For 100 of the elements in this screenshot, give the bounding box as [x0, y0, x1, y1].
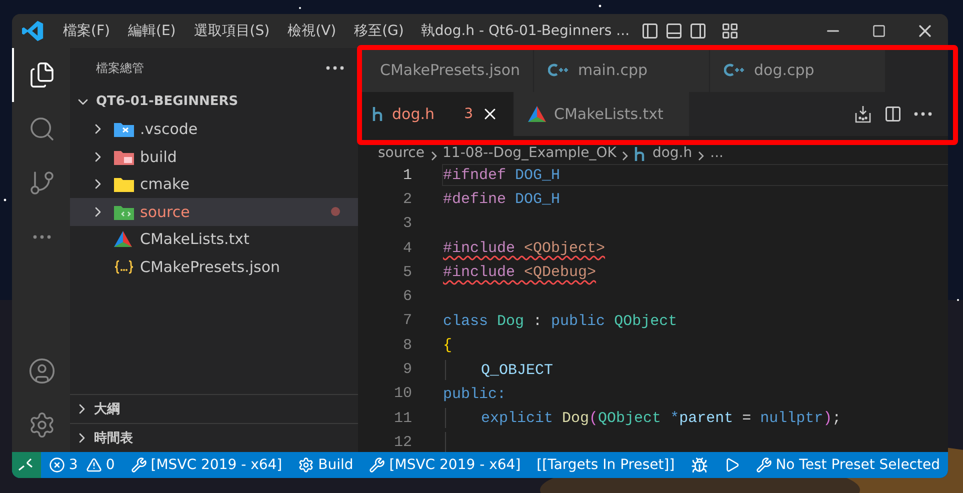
- files-icon: [28, 61, 56, 89]
- folder-icon: [114, 204, 134, 220]
- tree-item-label: CMakeLists.txt: [140, 230, 250, 248]
- line-number: 11: [392, 410, 413, 427]
- code-line: #include <QDebug>: [442, 263, 598, 284]
- window-title: 執dog.h - Qt6-01-Beginners ...: [420, 22, 631, 40]
- editor-tab[interactable]: CMakeLists.txt: [514, 92, 690, 136]
- tree-item[interactable]: CMakeLists.txt: [70, 226, 358, 253]
- tools-icon: [130, 457, 147, 473]
- gear-icon: [298, 457, 314, 473]
- cpp-icon: [724, 63, 746, 77]
- split-editor-icon[interactable]: [884, 105, 902, 123]
- line-number: 2: [402, 190, 413, 208]
- folder-icon: [114, 148, 134, 165]
- cpp-icon: [548, 63, 570, 77]
- search-icon: [28, 115, 56, 143]
- tree-item-label: build: [140, 148, 178, 166]
- tab-label: CMakePresets.json: [380, 61, 520, 79]
- line-number: 12: [392, 434, 413, 451]
- branch-icon: [28, 169, 56, 197]
- panel-layout-icon[interactable]: [664, 22, 683, 40]
- breadcrumb-item[interactable]: source: [378, 145, 424, 161]
- more-icon[interactable]: [326, 66, 344, 70]
- tools-icon: [756, 457, 772, 473]
- menu-item[interactable]: 檢視(V): [278, 22, 346, 40]
- status-item[interactable]: 0: [86, 457, 123, 473]
- line-number: 8: [402, 336, 413, 354]
- panel-header[interactable]: 大綱: [94, 400, 120, 418]
- braces-icon: [114, 258, 134, 275]
- account-icon: [28, 357, 56, 385]
- menu-item[interactable]: 檔案(F): [54, 22, 119, 40]
- maximize-icon[interactable]: [872, 24, 886, 38]
- tree-item[interactable]: CMakePresets.json: [70, 253, 358, 280]
- editor-tab[interactable]: main.cpp: [534, 48, 710, 92]
- tab-label: CMakeLists.txt: [554, 105, 664, 123]
- chevron-right-icon: [430, 151, 436, 161]
- header-file-icon: [634, 147, 646, 161]
- menu-item[interactable]: 選取項目(S): [184, 22, 279, 40]
- tab-label: dog.h: [392, 105, 434, 123]
- code-line: #define DOG_H: [442, 190, 562, 210]
- breadcrumb-item[interactable]: ...: [710, 145, 724, 161]
- sidebar-layout-icon[interactable]: [640, 22, 659, 40]
- more-icon[interactable]: [914, 112, 932, 116]
- folder-icon: [114, 176, 134, 192]
- warning-icon: [86, 457, 102, 473]
- breadcrumb-item[interactable]: dog.h: [652, 145, 692, 161]
- panel-header[interactable]: 時間表: [94, 429, 133, 447]
- line-number: 1: [402, 166, 413, 184]
- tree-item-label: .vscode: [140, 120, 199, 138]
- more-icon: [33, 235, 51, 239]
- menu-item[interactable]: 編輯(E): [118, 22, 185, 40]
- error-count: 3: [464, 106, 473, 122]
- chevron-right-icon: [622, 151, 628, 161]
- tree-item[interactable]: cmake: [70, 170, 358, 198]
- secondary-layout-icon[interactable]: [688, 22, 707, 40]
- code-line: class Dog : public QObject: [442, 312, 678, 332]
- bug-icon: [690, 456, 708, 474]
- tree-item-label: source: [140, 202, 191, 221]
- folder-root[interactable]: QT6-01-BEGINNERS: [96, 94, 238, 110]
- line-number: 7: [402, 312, 413, 330]
- tree-item[interactable]: source: [70, 198, 358, 226]
- line-number: 3: [402, 215, 413, 232]
- tree-item-label: CMakePresets.json: [140, 258, 282, 276]
- app-logo-icon: [22, 20, 44, 42]
- line-number: 10: [392, 385, 413, 402]
- play-icon: [724, 457, 740, 473]
- cmake-icon: [114, 231, 132, 248]
- code-line: #include <QObject>: [442, 239, 606, 260]
- folder-icon: [114, 121, 134, 138]
- status-item[interactable]: [MSVC 2019 - x64]: [122, 457, 290, 473]
- status-item[interactable]: [[Targets In Preset]]: [528, 457, 683, 473]
- remote-button[interactable]: [12, 452, 41, 478]
- modified-dot: [331, 207, 340, 216]
- tree-item[interactable]: .vscode: [70, 116, 358, 143]
- code-line: public:: [442, 384, 508, 405]
- chevron-right-icon: [698, 151, 704, 161]
- settings-icon: [28, 411, 56, 439]
- download-tray-icon[interactable]: [854, 105, 872, 123]
- line-number: 6: [402, 288, 413, 306]
- remote-icon: [18, 458, 34, 472]
- line-number: 9: [402, 361, 413, 378]
- status-item[interactable]: 3: [40, 457, 86, 473]
- status-item[interactable]: Build: [290, 457, 362, 473]
- code-line: {: [442, 336, 454, 356]
- tree-item[interactable]: build: [70, 143, 358, 170]
- line-number: 5: [402, 264, 413, 281]
- status-item[interactable]: No Test Preset Selected: [748, 457, 948, 473]
- error-icon: [48, 457, 65, 473]
- tab-label: dog.cpp: [754, 61, 814, 79]
- code-line: #ifndef DOG_H: [442, 164, 948, 186]
- layout-icon[interactable]: [720, 22, 739, 40]
- header-file-icon: [372, 107, 384, 121]
- tab-label: main.cpp: [578, 61, 648, 79]
- tree-item-label: cmake: [140, 175, 190, 194]
- menu-item[interactable]: 移至(G): [345, 22, 413, 40]
- breadcrumb-item[interactable]: 11-08--Dog_Example_OK: [442, 145, 616, 161]
- status-item[interactable]: [MSVC 2019 - x64]: [361, 457, 529, 473]
- sidebar-title: 檔案總管: [96, 60, 144, 76]
- editor-tab[interactable]: dog.cpp: [710, 48, 886, 92]
- cmake-icon: [528, 106, 546, 122]
